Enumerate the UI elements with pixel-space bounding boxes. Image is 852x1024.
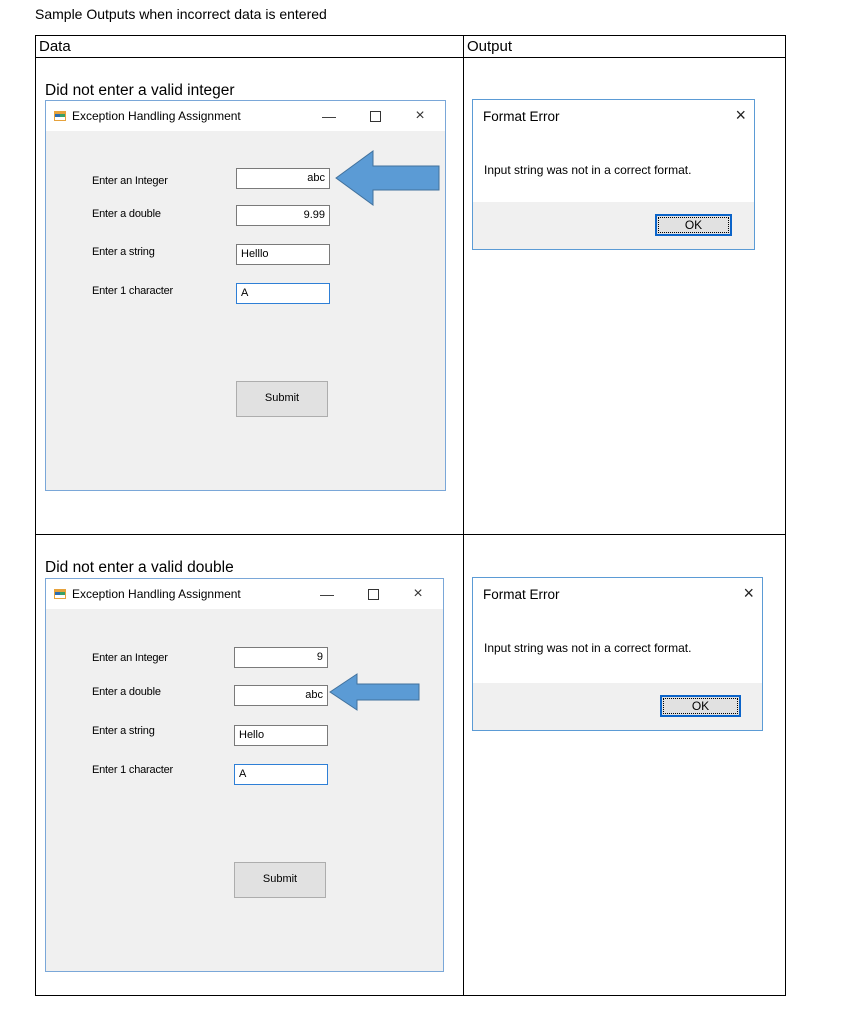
close-icon[interactable]: × xyxy=(408,585,428,603)
table-header-divider xyxy=(35,57,786,58)
table-row-divider xyxy=(35,534,786,535)
dialog-footer: OK xyxy=(473,683,762,730)
window-titlebar[interactable]: Exception Handling Assignment — × xyxy=(46,101,445,131)
label-integer: Enter an Integer xyxy=(92,175,168,187)
app-form-icon xyxy=(54,111,66,121)
string-input[interactable]: Helllo xyxy=(236,244,330,265)
dialog-title: Format Error xyxy=(483,109,560,124)
arrow-left-icon xyxy=(329,673,420,711)
character-input[interactable]: A xyxy=(236,283,330,304)
double-input[interactable]: abc xyxy=(234,685,328,706)
window-title: Exception Handling Assignment xyxy=(72,587,241,601)
label-character: Enter 1 character xyxy=(92,764,173,776)
close-icon[interactable]: × xyxy=(735,105,746,126)
dialog-footer: OK xyxy=(473,202,754,249)
window-title: Exception Handling Assignment xyxy=(72,109,241,123)
double-input[interactable]: 9.99 xyxy=(236,205,330,226)
exception-form-window: Exception Handling Assignment — × Enter … xyxy=(45,578,444,972)
format-error-dialog: Format Error × Input string was not in a… xyxy=(472,577,763,731)
minimize-icon[interactable]: — xyxy=(319,107,339,125)
close-icon[interactable]: × xyxy=(743,583,754,604)
character-input[interactable]: A xyxy=(234,764,328,785)
format-error-dialog: Format Error × Input string was not in a… xyxy=(472,99,755,250)
label-string: Enter a string xyxy=(92,725,155,737)
integer-input[interactable]: 9 xyxy=(234,647,328,668)
submit-button[interactable]: Submit xyxy=(236,381,328,417)
label-integer: Enter an Integer xyxy=(92,652,168,664)
label-character: Enter 1 character xyxy=(92,285,173,297)
row-caption: Did not enter a valid integer xyxy=(45,82,235,99)
page-heading: Sample Outputs when incorrect data is en… xyxy=(35,6,327,22)
dialog-message: Input string was not in a correct format… xyxy=(484,641,692,655)
column-header-data: Data xyxy=(39,38,71,55)
label-double: Enter a double xyxy=(92,686,161,698)
table-column-divider xyxy=(463,35,464,996)
dialog-message: Input string was not in a correct format… xyxy=(484,163,692,177)
close-icon[interactable]: × xyxy=(410,107,430,125)
string-input[interactable]: Hello xyxy=(234,725,328,746)
label-string: Enter a string xyxy=(92,246,155,258)
submit-button[interactable]: Submit xyxy=(234,862,326,898)
window-titlebar[interactable]: Exception Handling Assignment — × xyxy=(46,579,443,609)
maximize-icon[interactable] xyxy=(363,585,383,603)
label-double: Enter a double xyxy=(92,208,161,220)
row-caption: Did not enter a valid double xyxy=(45,559,234,576)
arrow-left-icon xyxy=(335,150,440,206)
minimize-icon[interactable]: — xyxy=(317,585,337,603)
ok-button[interactable]: OK xyxy=(655,214,732,236)
app-form-icon xyxy=(54,589,66,599)
maximize-icon[interactable] xyxy=(365,107,385,125)
integer-input[interactable]: abc xyxy=(236,168,330,189)
column-header-output: Output xyxy=(467,38,513,55)
dialog-title: Format Error xyxy=(483,587,560,602)
ok-button[interactable]: OK xyxy=(660,695,741,717)
